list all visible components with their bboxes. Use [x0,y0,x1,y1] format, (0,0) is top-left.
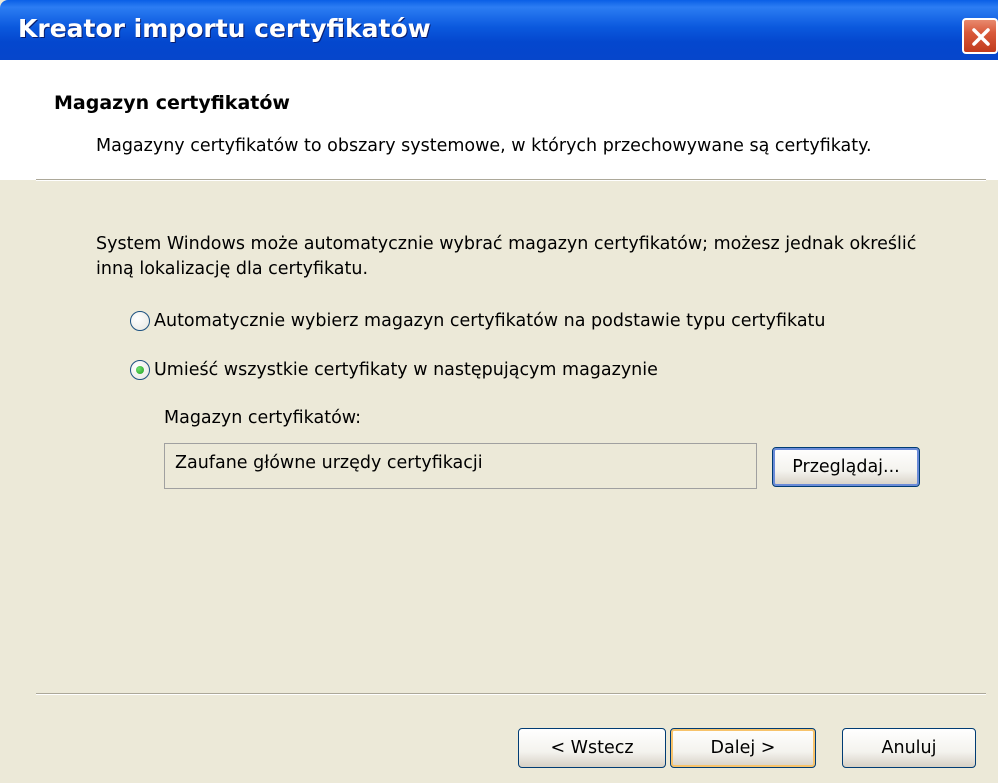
next-button[interactable]: Dalej > [670,728,816,768]
store-field: Zaufane główne urzędy certyfikacji [164,443,757,489]
browse-button[interactable]: Przeglądaj... [772,447,920,487]
window-title: Kreator importu certyfikatów [18,14,431,43]
title-bar[interactable]: Kreator importu certyfikatów [0,0,998,60]
store-field-label: Magazyn certyfikatów: [164,408,362,428]
radio-button-manual[interactable] [130,360,150,380]
radio-label-automatic[interactable]: Automatycznie wybierz magazyn certyfikat… [154,311,826,331]
radio-button-automatic[interactable] [130,311,150,331]
radio-option-manual[interactable]: Umieść wszystkie certyfikaty w następują… [130,357,658,383]
intro-text: System Windows może automatycznie wybrać… [96,234,917,279]
back-button[interactable]: < Wstecz [518,728,666,768]
page-title: Magazyn certyfikatów [54,92,290,114]
radio-label-manual[interactable]: Umieść wszystkie certyfikaty w następują… [154,360,658,380]
wizard-header-panel: Magazyn certyfikatów Magazyny certyfikat… [0,60,998,180]
page-subtitle: Magazyny certyfikatów to obszary systemo… [96,136,872,156]
footer-divider [36,693,986,695]
close-button[interactable] [962,18,998,54]
cancel-button[interactable]: Anuluj [842,728,976,768]
header-divider [36,179,986,181]
radio-option-automatic[interactable]: Automatycznie wybierz magazyn certyfikat… [130,308,826,334]
certificate-import-wizard-window: Kreator importu certyfikatów Magazyn cer… [0,0,998,783]
close-icon [972,28,990,46]
